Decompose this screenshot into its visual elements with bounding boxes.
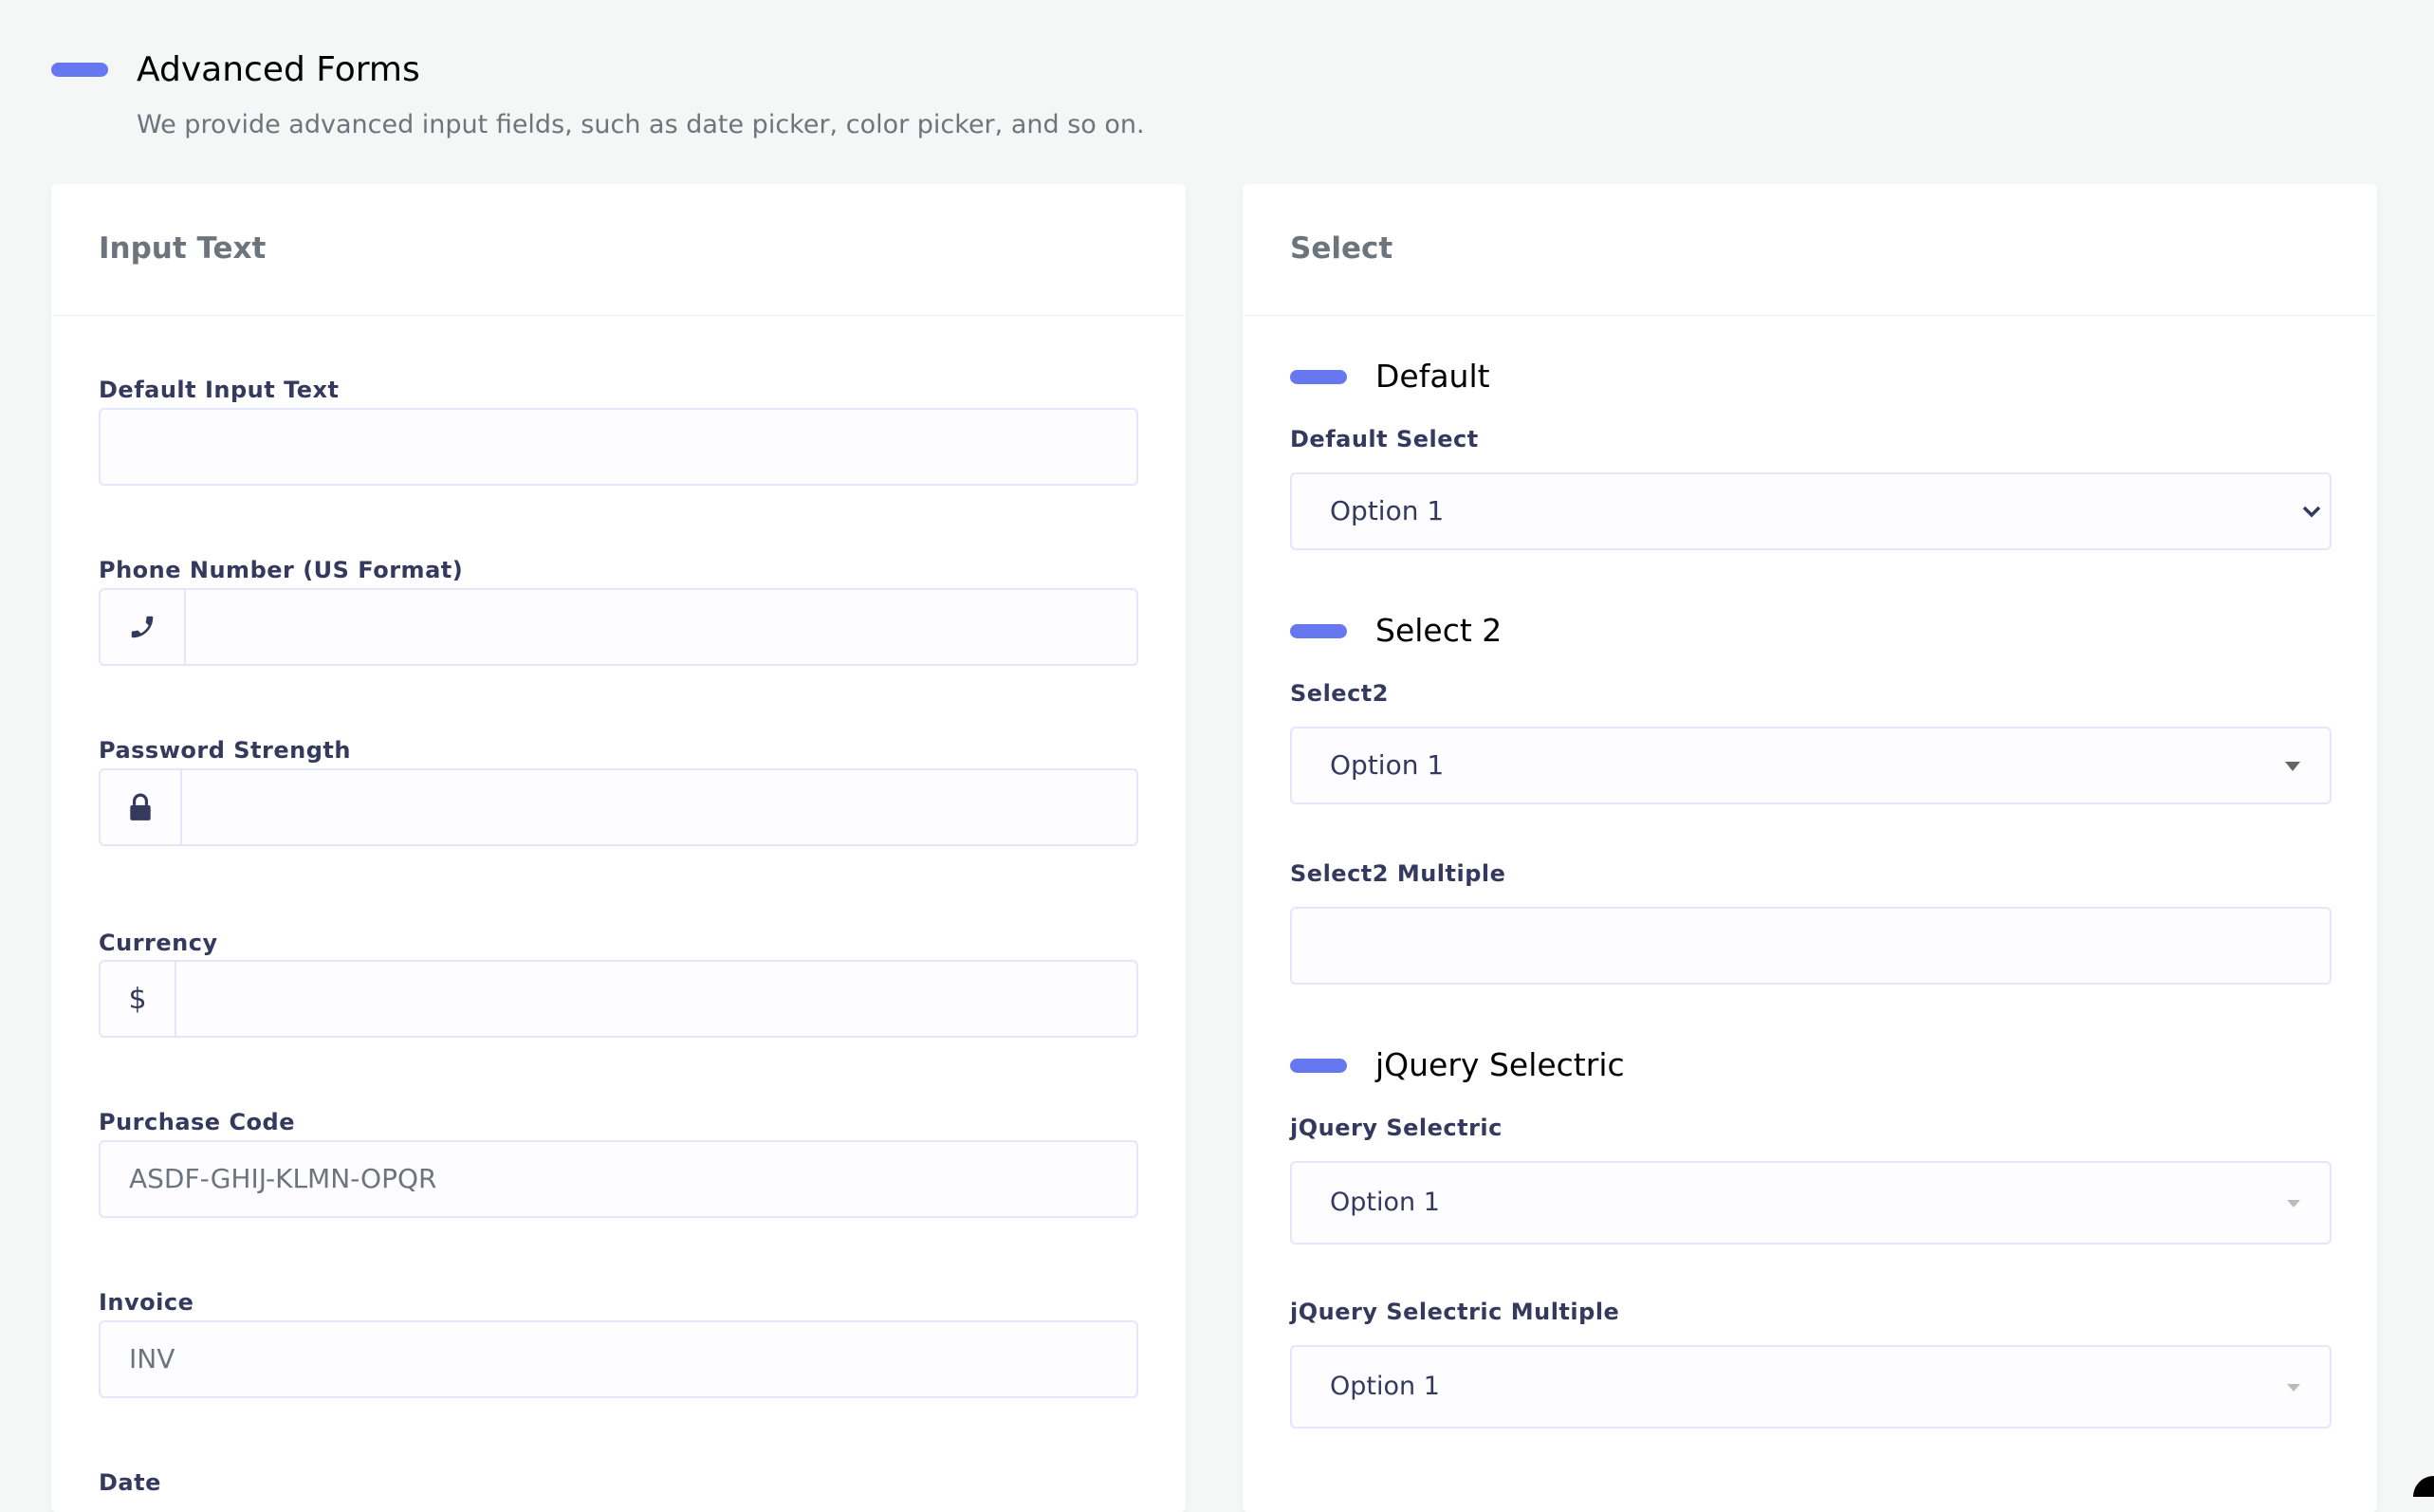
caret-down-icon: [2287, 1384, 2300, 1392]
selectric-multiple-label: jQuery Selectric Multiple: [1290, 1299, 1620, 1325]
select-card: Select Default Default Select Option 1 S…: [1243, 184, 2377, 1512]
purchase-code-label: Purchase Code: [99, 1109, 295, 1135]
phone-icon: [131, 616, 154, 638]
section-accent-bar: [1290, 1059, 1347, 1073]
select2-multiple-label: Select2 Multiple: [1290, 860, 1506, 887]
default-input-field[interactable]: [99, 408, 1138, 486]
caret-down-icon: [2285, 762, 2300, 771]
card-title: Select: [1290, 231, 1393, 266]
selectric-select[interactable]: Option 1: [1290, 1161, 2332, 1245]
select2-dropdown[interactable]: Option 1: [1290, 727, 2332, 804]
select2-value: Option 1: [1330, 749, 1445, 781]
input-text-card: Input Text Default Input Text Phone Numb…: [51, 184, 1186, 1512]
invoice-value: INV: [129, 1343, 175, 1374]
purchase-code-placeholder: ASDF-GHIJ-KLMN-OPQR: [129, 1163, 437, 1194]
phone-prepend: [101, 590, 186, 664]
purchase-code-field[interactable]: ASDF-GHIJ-KLMN-OPQR: [99, 1140, 1138, 1218]
invoice-field[interactable]: INV: [99, 1320, 1138, 1398]
section-title-default: Default: [1375, 358, 1490, 395]
card-header: Select: [1243, 184, 2377, 316]
caret-down-icon: [2287, 1200, 2300, 1208]
window-corner: [2413, 1476, 2434, 1497]
currency-input-group[interactable]: $: [99, 960, 1138, 1038]
chevron-down-icon: [2302, 506, 2321, 518]
password-prepend: [101, 770, 182, 844]
card-title: Input Text: [99, 231, 267, 266]
page-subtitle: We provide advanced input fields, such a…: [137, 110, 1145, 139]
phone-input-group[interactable]: [99, 588, 1138, 666]
section-accent-bar: [1290, 370, 1347, 384]
default-input-label: Default Input Text: [99, 377, 340, 403]
selectric-label: jQuery Selectric: [1290, 1115, 1503, 1141]
default-select[interactable]: Option 1: [1290, 472, 2332, 550]
selectric-value: Option 1: [1330, 1188, 1440, 1217]
phone-label: Phone Number (US Format): [99, 557, 464, 583]
section-title-selectric: jQuery Selectric: [1375, 1046, 1625, 1083]
select2-label: Select2: [1290, 680, 1389, 707]
default-select-label: Default Select: [1290, 426, 1479, 452]
password-label: Password Strength: [99, 737, 351, 764]
password-input-group[interactable]: [99, 768, 1138, 846]
header-accent-bar: [51, 63, 108, 77]
invoice-label: Invoice: [99, 1289, 194, 1316]
selectric-multiple-select[interactable]: Option 1: [1290, 1345, 2332, 1429]
section-accent-bar: [1290, 624, 1347, 638]
currency-label: Currency: [99, 930, 218, 956]
select2-multiple-field[interactable]: [1290, 907, 2332, 985]
page-header: Advanced Forms We provide advanced input…: [0, 0, 2434, 180]
card-header: Input Text: [51, 184, 1186, 316]
section-title-select2: Select 2: [1375, 612, 1503, 649]
default-select-value: Option 1: [1330, 495, 1445, 526]
selectric-multiple-value: Option 1: [1330, 1372, 1440, 1401]
lock-icon: [130, 793, 151, 821]
currency-symbol: $: [128, 982, 147, 1016]
page-title: Advanced Forms: [137, 50, 420, 89]
currency-prepend: $: [101, 962, 176, 1036]
date-label: Date: [99, 1469, 161, 1496]
